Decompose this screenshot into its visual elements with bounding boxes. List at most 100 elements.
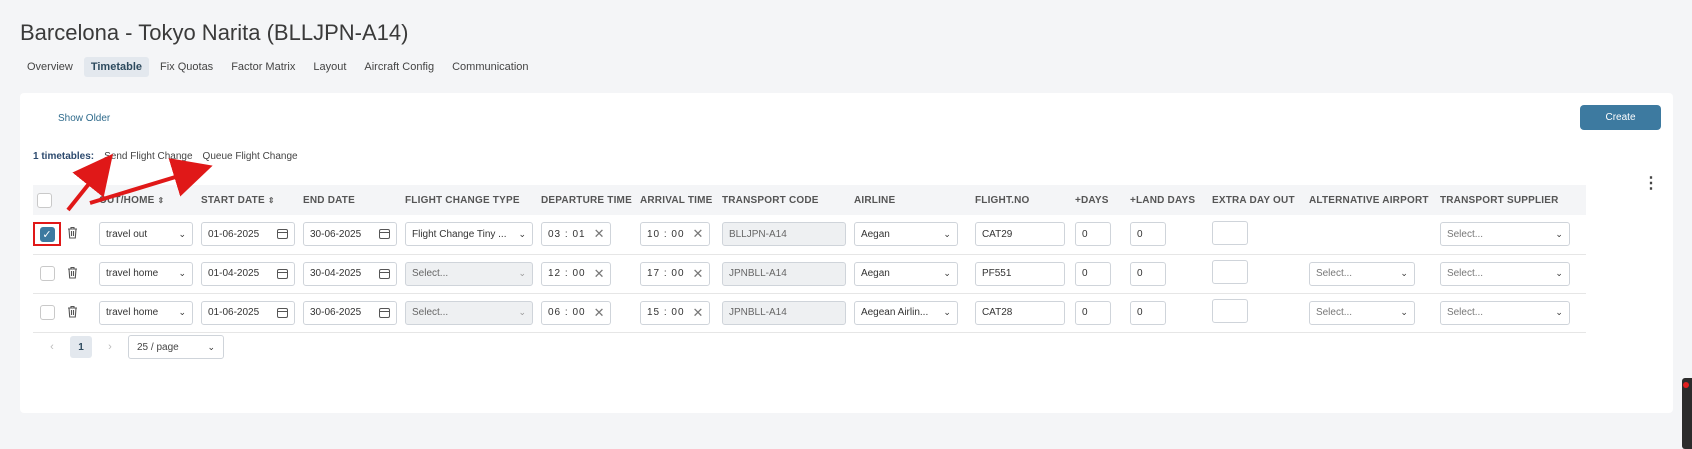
- record-indicator-icon: [1683, 382, 1689, 388]
- transport-supplier-select[interactable]: Select... ⌄: [1439, 222, 1570, 247]
- end-date-input[interactable]: 30-06-2025: [303, 222, 397, 247]
- table-header-row: OUT/HOME ⇕ START DATE ⇕ END DATE FLIGHT …: [33, 185, 1586, 215]
- plus-days-input[interactable]: 0: [1074, 222, 1111, 247]
- trash-icon[interactable]: [67, 305, 78, 321]
- plus-days-input[interactable]: 0: [1074, 261, 1111, 286]
- tab-aircraft-config[interactable]: Aircraft Config: [357, 57, 441, 77]
- prev-page-button[interactable]: ‹: [42, 341, 62, 353]
- sort-icon[interactable]: ⇕: [268, 196, 275, 205]
- close-icon[interactable]: ✕: [594, 266, 605, 282]
- chevron-down-icon: ⌄: [1400, 268, 1408, 278]
- queue-flight-change-link[interactable]: Queue Flight Change: [203, 151, 298, 162]
- row-checkbox[interactable]: [39, 305, 55, 320]
- extra-day-out-input[interactable]: [1211, 220, 1248, 245]
- calendar-icon: [379, 307, 390, 318]
- recorder-side-tab[interactable]: [1682, 378, 1692, 449]
- header-start-date[interactable]: START DATE: [201, 195, 265, 206]
- alternative-airport-value: Select...: [1315, 268, 1353, 279]
- start-date-input[interactable]: 01-04-2025: [201, 261, 295, 286]
- table-row: travel home ⌄ 01-04-2025 30-04-2025 Selec…: [33, 254, 1586, 294]
- tab-communication[interactable]: Communication: [445, 57, 535, 77]
- start-date-input[interactable]: 01-06-2025: [201, 222, 295, 247]
- close-icon[interactable]: ✕: [693, 266, 704, 282]
- page-size-select[interactable]: 25 / page ⌄: [128, 335, 224, 359]
- airline-select[interactable]: Aegean Airlin... ⌄: [853, 300, 958, 325]
- arrival-time-input[interactable]: 15 : 00 ✕: [639, 300, 710, 325]
- tab-timetable[interactable]: Timetable: [83, 57, 149, 77]
- chevron-down-icon: ⌄: [943, 307, 951, 317]
- create-button[interactable]: Create: [1580, 105, 1661, 130]
- plus-land-days-input[interactable]: 0: [1129, 300, 1166, 325]
- close-icon[interactable]: ✕: [594, 305, 605, 321]
- header-departure-time: DEPARTURE TIME: [537, 185, 636, 215]
- direction-select[interactable]: travel home ⌄: [99, 300, 193, 325]
- calendar-icon: [277, 307, 288, 318]
- calendar-icon: [379, 229, 390, 240]
- chevron-down-icon: ⌄: [943, 268, 951, 278]
- sort-icon[interactable]: ⇕: [157, 196, 164, 205]
- departure-time-input[interactable]: 06 : 00 ✕: [541, 300, 611, 325]
- header-out-home[interactable]: OUT/HOME: [99, 195, 155, 206]
- chevron-down-icon: ⌄: [518, 307, 526, 317]
- page-1-button[interactable]: 1: [70, 336, 92, 358]
- departure-time-input[interactable]: 12 : 00 ✕: [541, 261, 611, 286]
- flight-no-input[interactable]: CAT28: [974, 300, 1065, 325]
- send-flight-change-link[interactable]: Send Flight Change: [104, 151, 192, 162]
- transport-supplier-select[interactable]: Select... ⌄: [1439, 300, 1570, 325]
- tab-fix-quotas[interactable]: Fix Quotas: [153, 57, 220, 77]
- chevron-down-icon: ⌄: [178, 307, 186, 317]
- airline-select[interactable]: Aegan ⌄: [853, 261, 958, 286]
- row-checkbox[interactable]: [39, 266, 55, 281]
- plus-days-input[interactable]: 0: [1074, 300, 1111, 325]
- close-icon[interactable]: ✕: [594, 226, 605, 242]
- departure-time-input[interactable]: 03 : 01 ✕: [541, 222, 611, 247]
- select-all-checkbox[interactable]: [37, 192, 52, 208]
- calendar-icon: [277, 229, 288, 240]
- direction-select[interactable]: travel out ⌄: [99, 222, 193, 247]
- tab-overview[interactable]: Overview: [20, 57, 80, 77]
- departure-time-value: 12 : 00: [548, 268, 586, 279]
- plus-land-days-input[interactable]: 0: [1129, 222, 1166, 247]
- highlight-box: ✓: [33, 222, 61, 247]
- extra-day-out-input[interactable]: [1211, 299, 1248, 323]
- header-flight-change-type: FLIGHT CHANGE TYPE: [401, 185, 537, 215]
- plus-land-days-input[interactable]: 0: [1129, 261, 1166, 286]
- header-plus-days: +DAYS: [1070, 185, 1126, 215]
- calendar-icon: [379, 268, 390, 279]
- end-date-input[interactable]: 30-04-2025: [303, 261, 397, 286]
- transport-supplier-value: Select...: [1446, 268, 1484, 279]
- show-older-link[interactable]: Show Older: [58, 113, 110, 124]
- row-checkbox[interactable]: ✓: [39, 226, 55, 242]
- extra-day-out-input[interactable]: [1211, 260, 1248, 284]
- chevron-down-icon: ⌄: [943, 228, 951, 239]
- table-row: travel home ⌄ 01-06-2025 30-06-2025 Selec…: [33, 293, 1586, 333]
- start-date-input[interactable]: 01-06-2025: [201, 300, 295, 325]
- end-date-value: 30-06-2025: [310, 307, 362, 318]
- pagination: ‹ 1 › 25 / page ⌄: [42, 335, 224, 359]
- flight-no-input[interactable]: CAT29: [974, 222, 1065, 247]
- flight-no-input[interactable]: PF551: [974, 261, 1065, 286]
- tab-layout[interactable]: Layout: [306, 57, 353, 77]
- transport-supplier-select[interactable]: Select... ⌄: [1439, 261, 1570, 286]
- arrival-time-input[interactable]: 10 : 00 ✕: [639, 222, 710, 247]
- chevron-down-icon: ⌄: [518, 268, 526, 278]
- arrival-time-input[interactable]: 17 : 00 ✕: [639, 261, 710, 286]
- next-page-button[interactable]: ›: [100, 341, 120, 353]
- flight-change-type-value: Select...: [412, 307, 449, 318]
- trash-icon[interactable]: [67, 226, 78, 242]
- flight-change-type-select[interactable]: Flight Change Tiny ... ⌄: [405, 222, 533, 247]
- close-icon[interactable]: ✕: [693, 226, 704, 242]
- alternative-airport-select[interactable]: Select... ⌄: [1308, 261, 1415, 286]
- header-airline: AIRLINE: [849, 185, 971, 215]
- direction-value: travel out: [106, 228, 148, 240]
- close-icon[interactable]: ✕: [693, 305, 704, 321]
- tab-factor-matrix[interactable]: Factor Matrix: [224, 57, 302, 77]
- airline-select[interactable]: Aegan ⌄: [853, 222, 958, 247]
- trash-icon[interactable]: [67, 266, 78, 282]
- airline-value: Aegan: [860, 228, 890, 240]
- end-date-input[interactable]: 30-06-2025: [303, 300, 397, 325]
- more-vertical-icon[interactable]: ⋮: [1643, 173, 1659, 193]
- alternative-airport-select[interactable]: Select... ⌄: [1308, 300, 1415, 325]
- direction-select[interactable]: travel home ⌄: [99, 261, 193, 286]
- header-extra-day-out: EXTRA DAY OUT: [1207, 185, 1305, 215]
